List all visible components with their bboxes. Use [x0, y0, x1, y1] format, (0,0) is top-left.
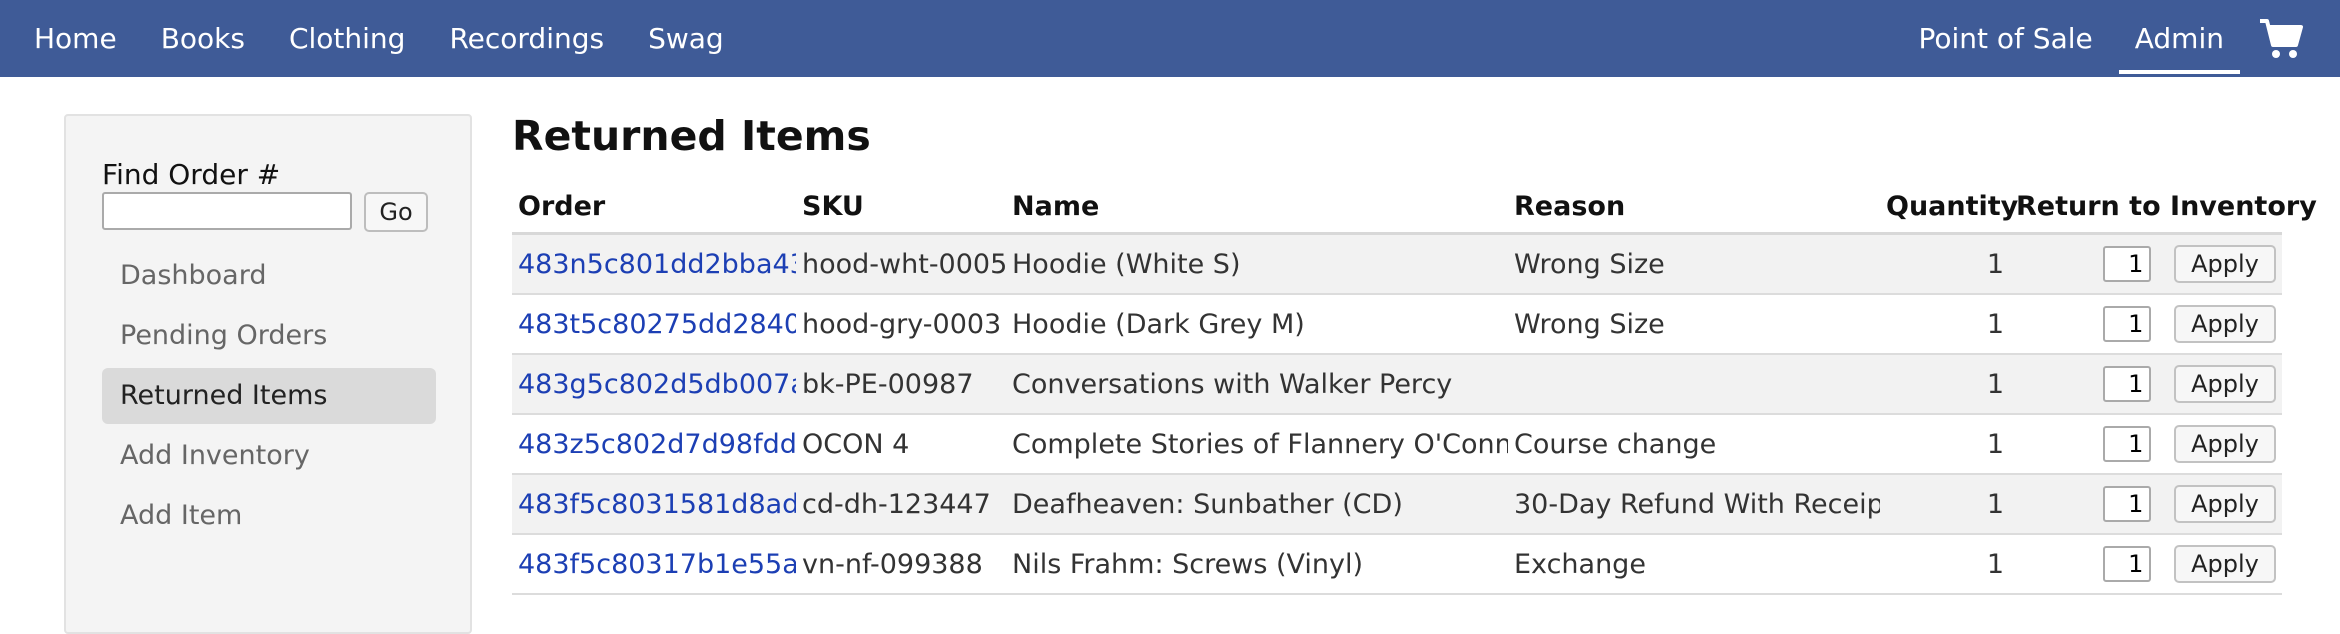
return-to-inventory-cell: Apply [2010, 534, 2282, 594]
sidebar-item-pending-orders[interactable]: Pending Orders [102, 308, 436, 364]
return-quantity-input[interactable] [2103, 246, 2151, 282]
name-cell: Nils Frahm: Screws (Vinyl) [1006, 534, 1508, 594]
return-to-inventory-cell: Apply [2010, 294, 2282, 354]
order-link[interactable]: 483n5c801dd2bba43 [518, 249, 796, 280]
sku-cell: hood-wht-0005 [796, 234, 1006, 295]
page-title: Returned Items [512, 112, 871, 160]
return-quantity-input[interactable] [2103, 306, 2151, 342]
table-row: 483z5c802d7d98fdd OCON 4 Complete Storie… [512, 414, 2282, 474]
name-cell: Hoodie (Dark Grey M) [1006, 294, 1508, 354]
top-navbar: Home Books Clothing Recordings Swag Poin… [0, 0, 2340, 77]
sidebar-menu: Dashboard Pending Orders Returned Items … [102, 248, 436, 548]
nav-swag[interactable]: Swag [648, 0, 724, 77]
name-cell: Complete Stories of Flannery O'Connor [1006, 414, 1508, 474]
name-cell: Deafheaven: Sunbather (CD) [1006, 474, 1508, 534]
quantity-cell: 1 [1880, 354, 2010, 414]
return-quantity-input[interactable] [2103, 486, 2151, 522]
apply-button[interactable]: Apply [2174, 485, 2276, 523]
name-cell: Conversations with Walker Percy [1006, 354, 1508, 414]
table-row: 483t5c80275dd2840 hood-gry-0003 Hoodie (… [512, 294, 2282, 354]
order-cell: 483n5c801dd2bba43 [512, 234, 796, 295]
table-row: 483g5c802d5db007a bk-PE-00987 Conversati… [512, 354, 2282, 414]
table-row: 483f5c80317b1e55a vn-nf-099388 Nils Frah… [512, 534, 2282, 594]
apply-button[interactable]: Apply [2174, 425, 2276, 463]
nav-home[interactable]: Home [34, 0, 117, 77]
return-quantity-input[interactable] [2103, 546, 2151, 582]
sidebar-item-dashboard[interactable]: Dashboard [102, 248, 436, 304]
nav-left: Home Books Clothing Recordings Swag [34, 0, 768, 77]
return-to-inventory-cell: Apply [2010, 234, 2282, 295]
table-header-row: Order SKU Name Reason Quantity Return to… [512, 180, 2282, 234]
quantity-cell: 1 [1880, 294, 2010, 354]
nav-clothing[interactable]: Clothing [289, 0, 405, 77]
column-header-return-to-inventory: Return to Inventory [2010, 180, 2282, 234]
find-order-input[interactable] [102, 192, 352, 230]
order-link[interactable]: 483f5c80317b1e55a [518, 549, 796, 580]
order-link[interactable]: 483g5c802d5db007a [518, 369, 796, 400]
reason-cell: Course change [1508, 414, 1880, 474]
nav-admin[interactable]: Admin [2119, 0, 2240, 77]
table-row: 483n5c801dd2bba43 hood-wht-0005 Hoodie (… [512, 234, 2282, 295]
sidebar-item-add-item[interactable]: Add Item [102, 488, 436, 544]
return-to-inventory-cell: Apply [2010, 354, 2282, 414]
nav-recordings[interactable]: Recordings [449, 0, 604, 77]
sku-cell: cd-dh-123447 [796, 474, 1006, 534]
quantity-cell: 1 [1880, 414, 2010, 474]
apply-button[interactable]: Apply [2174, 545, 2276, 583]
nav-right: Point of Sale Admin [1919, 0, 2340, 77]
apply-button[interactable]: Apply [2174, 245, 2276, 283]
column-header-reason: Reason [1508, 180, 1880, 234]
order-cell: 483f5c8031581d8ad [512, 474, 796, 534]
order-cell: 483g5c802d5db007a [512, 354, 796, 414]
return-to-inventory-cell: Apply [2010, 474, 2282, 534]
reason-cell: 30-Day Refund With Receipt [1508, 474, 1880, 534]
reason-cell [1508, 354, 1880, 414]
quantity-cell: 1 [1880, 474, 2010, 534]
return-to-inventory-cell: Apply [2010, 414, 2282, 474]
go-button[interactable]: Go [364, 192, 428, 232]
nav-point-of-sale[interactable]: Point of Sale [1919, 0, 2093, 77]
admin-sidebar: Find Order # Go Dashboard Pending Orders… [64, 114, 472, 634]
column-header-order: Order [512, 180, 796, 234]
return-quantity-input[interactable] [2103, 426, 2151, 462]
column-header-sku: SKU [796, 180, 1006, 234]
sku-cell: bk-PE-00987 [796, 354, 1006, 414]
reason-cell: Exchange [1508, 534, 1880, 594]
apply-button[interactable]: Apply [2174, 305, 2276, 343]
sidebar-item-returned-items[interactable]: Returned Items [102, 368, 436, 424]
quantity-cell: 1 [1880, 534, 2010, 594]
reason-cell: Wrong Size [1508, 294, 1880, 354]
find-order-label: Find Order # [102, 158, 280, 191]
column-header-name: Name [1006, 180, 1508, 234]
sku-cell: vn-nf-099388 [796, 534, 1006, 594]
order-link[interactable]: 483f5c8031581d8ad [518, 489, 796, 520]
order-cell: 483t5c80275dd2840 [512, 294, 796, 354]
nav-books[interactable]: Books [161, 0, 245, 77]
order-cell: 483z5c802d7d98fdd [512, 414, 796, 474]
column-header-quantity: Quantity [1880, 180, 2010, 234]
apply-button[interactable]: Apply [2174, 365, 2276, 403]
sku-cell: hood-gry-0003 [796, 294, 1006, 354]
name-cell: Hoodie (White S) [1006, 234, 1508, 295]
shopping-cart-icon[interactable] [2258, 17, 2304, 61]
sku-cell: OCON 4 [796, 414, 1006, 474]
order-link[interactable]: 483t5c80275dd2840 [518, 309, 796, 340]
order-link[interactable]: 483z5c802d7d98fdd [518, 429, 796, 460]
quantity-cell: 1 [1880, 234, 2010, 295]
return-quantity-input[interactable] [2103, 366, 2151, 402]
sidebar-item-add-inventory[interactable]: Add Inventory [102, 428, 436, 484]
table-row: 483f5c8031581d8ad cd-dh-123447 Deafheave… [512, 474, 2282, 534]
order-cell: 483f5c80317b1e55a [512, 534, 796, 594]
reason-cell: Wrong Size [1508, 234, 1880, 295]
returned-items-table: Order SKU Name Reason Quantity Return to… [512, 180, 2282, 595]
